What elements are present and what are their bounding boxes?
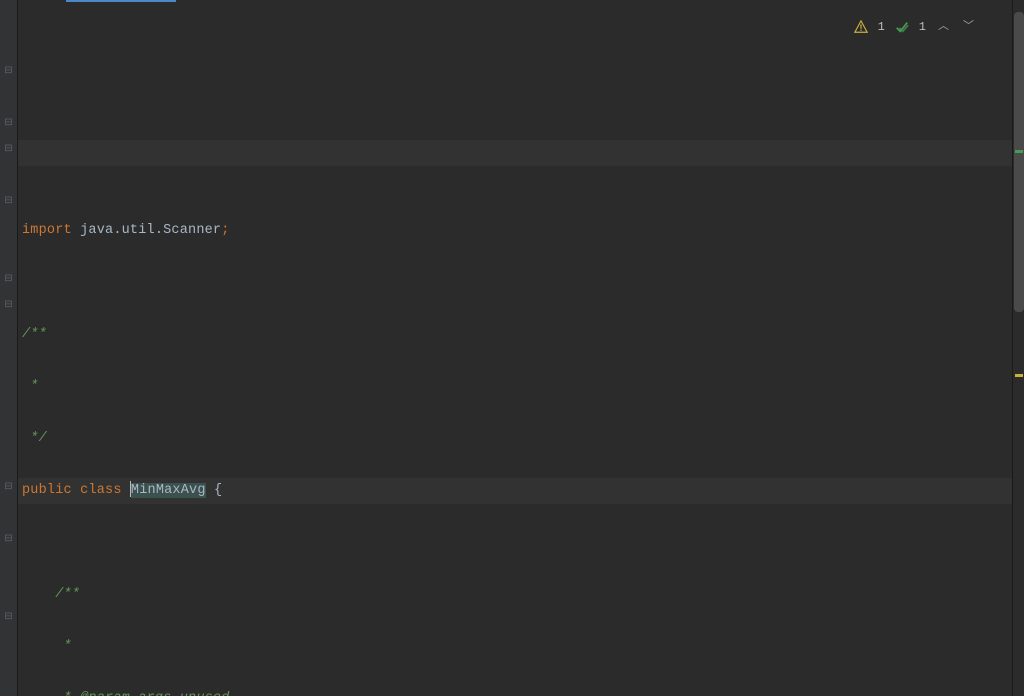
fold-close-icon[interactable]: ⊟ xyxy=(2,117,15,130)
gutter: ⊟ ⊟ ⊟ ⊟ ⊟ ⊟ ⊟ ⊟ ⊟ xyxy=(0,0,18,696)
javadoc-param-tag: @param xyxy=(80,691,130,696)
fold-open-icon[interactable]: ⊟ xyxy=(2,299,15,312)
fold-open-icon[interactable]: ⊟ xyxy=(2,195,15,208)
stripe-warn[interactable] xyxy=(1015,374,1023,377)
class-name: MinMaxAvg xyxy=(131,483,206,498)
fold-open-icon[interactable]: ⊟ xyxy=(2,65,15,78)
chevron-down-icon[interactable]: ﹀ xyxy=(961,12,976,42)
javadoc-open: /** xyxy=(22,327,47,342)
javadoc-close: */ xyxy=(22,431,47,446)
code-area[interactable]: 1 1 ︿ ﹀ import java.util.Scanner; /** * … xyxy=(18,0,1012,696)
scrollbar[interactable] xyxy=(1012,0,1024,696)
code-editor[interactable]: ⊟ ⊟ ⊟ ⊟ ⊟ ⊟ ⊟ ⊟ ⊟ 1 1 ︿ ﹀ import java xyxy=(0,0,1024,696)
inspection-widget[interactable]: 1 1 ︿ ﹀ xyxy=(854,12,976,42)
fold-close-icon[interactable]: ⊟ xyxy=(2,273,15,286)
warn-count: 1 xyxy=(878,14,885,40)
warning-icon xyxy=(854,20,868,34)
current-line-highlight xyxy=(18,140,1012,166)
fold-open-icon[interactable]: ⊟ xyxy=(2,481,15,494)
chevron-up-icon[interactable]: ︿ xyxy=(936,12,951,42)
fold-close-icon[interactable]: ⊟ xyxy=(2,533,15,546)
fold-open-icon[interactable]: ⊟ xyxy=(2,143,15,156)
scroll-thumb[interactable] xyxy=(1014,12,1024,312)
current-line[interactable]: public class MinMaxAvg { xyxy=(18,478,1012,504)
tab-indicator xyxy=(66,0,176,2)
import-path: java.util.Scanner xyxy=(72,223,221,238)
check-icon xyxy=(895,20,909,34)
stripe-green[interactable] xyxy=(1015,150,1023,153)
fold-close-icon[interactable]: ⊟ xyxy=(2,611,15,624)
keyword-import: import xyxy=(22,223,72,238)
check-count: 1 xyxy=(919,14,926,40)
